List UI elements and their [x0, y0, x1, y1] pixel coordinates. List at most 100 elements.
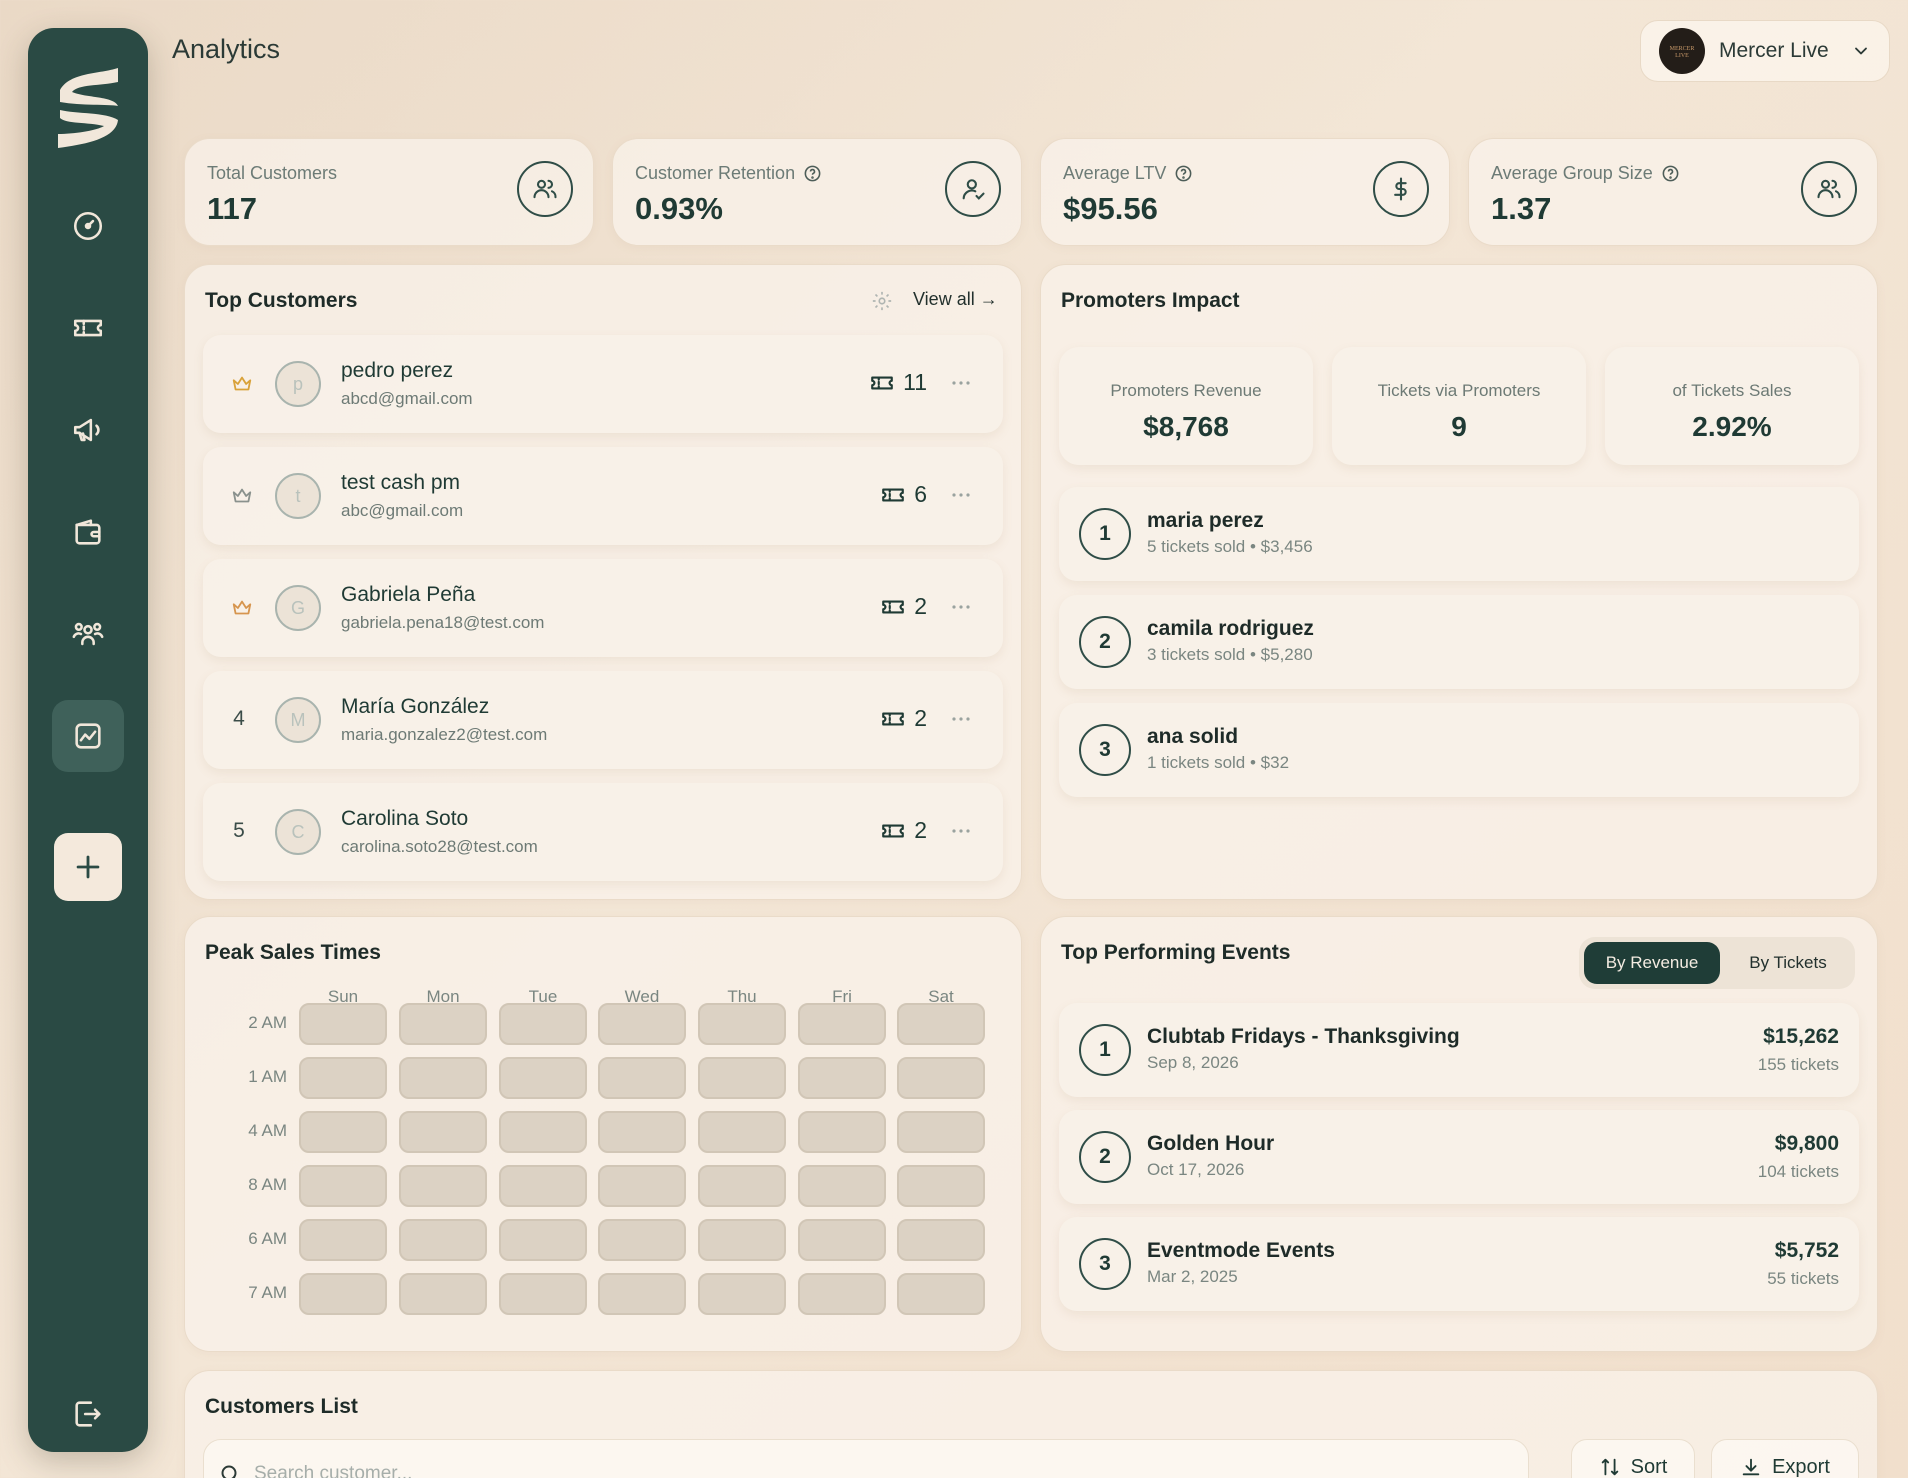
heatmap-cell[interactable]	[698, 1165, 786, 1207]
more-icon	[952, 381, 970, 385]
heatmap-cell[interactable]	[499, 1111, 587, 1153]
promoter-row[interactable]: 2 camila rodriguez 3 tickets sold • $5,2…	[1059, 595, 1859, 689]
event-row[interactable]: 3 Eventmode Events Mar 2, 2025 $5,752 55…	[1059, 1217, 1859, 1311]
row-more-button[interactable]	[949, 595, 973, 619]
stat-label: Promoters Revenue	[1110, 381, 1262, 400]
promoter-row[interactable]: 3 ana solid 1 tickets sold • $32	[1059, 703, 1859, 797]
sidebar-item-tickets[interactable]	[52, 292, 124, 364]
sidebar-item-customers[interactable]	[52, 598, 124, 670]
heatmap-cell[interactable]	[299, 1219, 387, 1261]
more-icon	[952, 717, 970, 721]
export-button[interactable]: Export	[1711, 1439, 1859, 1478]
heatmap-cell[interactable]	[499, 1003, 587, 1045]
peak-sales-card: Peak Sales Times Sun Mon Tue Wed Thu Fri Sat 2 …	[184, 916, 1022, 1352]
more-icon	[952, 605, 970, 609]
top-customer-row[interactable]: p pedro perez abcd@gmail.com 11	[203, 335, 1003, 433]
add-button[interactable]	[54, 833, 122, 901]
stat-label: of Tickets Sales	[1672, 381, 1792, 400]
row-more-button[interactable]	[949, 707, 973, 731]
heatmap-cell[interactable]	[299, 1111, 387, 1153]
heatmap-cell[interactable]	[598, 1219, 686, 1261]
heatmap-cell[interactable]	[499, 1273, 587, 1315]
heatmap-cell[interactable]	[798, 1219, 886, 1261]
heatmap-cell[interactable]	[698, 1111, 786, 1153]
heatmap-cell[interactable]	[798, 1273, 886, 1315]
heatmap-cell[interactable]	[598, 1111, 686, 1153]
event-tickets: 155 tickets	[1757, 1055, 1839, 1074]
heatmap-cell[interactable]	[897, 1111, 985, 1153]
chart-icon	[75, 723, 101, 749]
heatmap-cell[interactable]	[499, 1057, 587, 1099]
heatmap-cell[interactable]	[598, 1165, 686, 1207]
heatmap-cell[interactable]	[798, 1057, 886, 1099]
heatmap-cell[interactable]	[598, 1057, 686, 1099]
help-icon[interactable]	[803, 164, 822, 183]
heatmap-cell[interactable]	[399, 1003, 487, 1045]
by-revenue-tab[interactable]: By Revenue	[1584, 942, 1720, 984]
heatmap-cell[interactable]	[897, 1165, 985, 1207]
settings-icon[interactable]	[871, 290, 893, 312]
heatmap-cell[interactable]	[897, 1273, 985, 1315]
avatar: t	[275, 473, 321, 519]
help-icon[interactable]	[1174, 164, 1193, 183]
heatmap-cell[interactable]	[299, 1003, 387, 1045]
heatmap-cell[interactable]	[499, 1219, 587, 1261]
promoter-sales: 1 tickets sold • $32	[1147, 753, 1290, 772]
card-title: Customers List	[205, 1395, 358, 1418]
search-input[interactable]	[254, 1454, 1454, 1478]
event-row[interactable]: 2 Golden Hour Oct 17, 2026 $9,800 104 ti…	[1059, 1110, 1859, 1204]
top-customer-row[interactable]: G Gabriela Peña gabriela.pena18@test.com…	[203, 559, 1003, 657]
heatmap-cell[interactable]	[399, 1057, 487, 1099]
event-revenue: $15,262	[1763, 1025, 1839, 1048]
avatar: M	[275, 697, 321, 743]
heatmap-cell[interactable]	[897, 1219, 985, 1261]
heatmap-cell[interactable]	[299, 1057, 387, 1099]
brand-logo[interactable]	[52, 62, 124, 154]
heatmap-cell[interactable]	[897, 1003, 985, 1045]
heatmap-cell[interactable]	[399, 1273, 487, 1315]
heatmap-cell[interactable]	[698, 1057, 786, 1099]
heatmap-cell[interactable]	[598, 1003, 686, 1045]
top-customer-row[interactable]: 4 M María González maria.gonzalez2@test.…	[203, 671, 1003, 769]
account-switcher[interactable]: MERCER LIVE Mercer Live	[1640, 20, 1890, 82]
event-row[interactable]: 1 Clubtab Fridays - Thanksgiving Sep 8, …	[1059, 1003, 1859, 1097]
by-tickets-tab[interactable]: By Tickets	[1726, 942, 1850, 984]
heatmap-cell[interactable]	[897, 1057, 985, 1099]
customer-tickets: 11	[869, 369, 927, 396]
sidebar-item-dashboard[interactable]	[52, 190, 124, 262]
event-rank: 2	[1079, 1131, 1131, 1183]
row-more-button[interactable]	[949, 483, 973, 507]
heatmap-cell[interactable]	[399, 1219, 487, 1261]
heatmap-cell[interactable]	[399, 1111, 487, 1153]
heatmap-cell[interactable]	[698, 1003, 786, 1045]
customer-email: abc@gmail.com	[341, 501, 464, 520]
heatmap-cell[interactable]	[698, 1273, 786, 1315]
svg-text:MERCER: MERCER	[1670, 46, 1695, 52]
gauge-icon	[73, 211, 103, 241]
heatmap-cell[interactable]	[798, 1111, 886, 1153]
sort-button[interactable]: Sort	[1571, 1439, 1695, 1478]
row-more-button[interactable]	[949, 819, 973, 843]
customer-name: Gabriela Peña	[341, 583, 476, 606]
sidebar-item-promoters[interactable]	[52, 394, 124, 466]
promoter-row[interactable]: 1 maria perez 5 tickets sold • $3,456	[1059, 487, 1859, 581]
row-more-button[interactable]	[949, 371, 973, 395]
heatmap-cell[interactable]	[798, 1165, 886, 1207]
logout-button[interactable]	[52, 1378, 124, 1450]
view-all-link[interactable]: View all →	[913, 289, 998, 310]
customer-email: maria.gonzalez2@test.com	[341, 725, 548, 744]
top-customer-row[interactable]: t test cash pm abc@gmail.com 6	[203, 447, 1003, 545]
heatmap-cell[interactable]	[698, 1219, 786, 1261]
sidebar-item-wallet[interactable]	[52, 496, 124, 568]
avatar: C	[275, 809, 321, 855]
heatmap-cell[interactable]	[798, 1003, 886, 1045]
heatmap-cell[interactable]	[399, 1165, 487, 1207]
heatmap-cell[interactable]	[299, 1273, 387, 1315]
sidebar-item-analytics[interactable]	[52, 700, 124, 772]
heatmap-cell[interactable]	[598, 1273, 686, 1315]
top-customer-row[interactable]: 5 C Carolina Soto carolina.soto28@test.c…	[203, 783, 1003, 881]
customer-tickets: 6	[880, 481, 927, 508]
heatmap-cell[interactable]	[499, 1165, 587, 1207]
help-icon[interactable]	[1661, 164, 1680, 183]
heatmap-cell[interactable]	[299, 1165, 387, 1207]
